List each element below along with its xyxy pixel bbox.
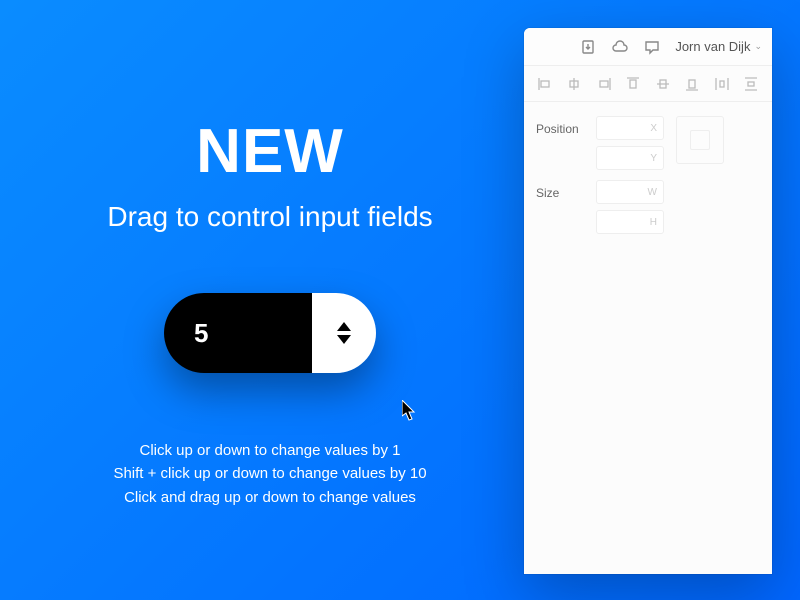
stepper-value[interactable]: 5 (164, 293, 312, 373)
size-label: Size (536, 180, 588, 200)
align-vcenter-icon[interactable] (653, 74, 673, 94)
titlebar: Jorn van Dijk ⌄ (524, 28, 772, 66)
stepper-controls (312, 293, 376, 373)
distribute-h-icon[interactable] (712, 74, 732, 94)
user-name: Jorn van Dijk (675, 39, 750, 54)
hint-line: Shift + click up or down to change value… (113, 462, 426, 485)
position-group: Position X Y (536, 116, 760, 170)
chevron-down-icon: ⌄ (754, 41, 762, 52)
size-h-input[interactable]: H (596, 210, 664, 234)
hint-line: Click and drag up or down to change valu… (113, 486, 426, 509)
align-top-icon[interactable] (623, 74, 643, 94)
align-hcenter-icon[interactable] (564, 74, 584, 94)
hint-line: Click up or down to change values by 1 (113, 439, 426, 462)
inspector-body: Position X Y Size W H (524, 102, 772, 248)
chat-icon[interactable] (643, 38, 661, 56)
user-menu[interactable]: Jorn van Dijk ⌄ (675, 39, 762, 54)
position-label: Position (536, 116, 588, 136)
chevron-up-icon[interactable] (337, 322, 351, 331)
align-right-icon[interactable] (594, 74, 614, 94)
value-stepper[interactable]: 5 (164, 293, 376, 373)
hero-title: NEW (196, 116, 344, 187)
inspector-panel: Jorn van Dijk ⌄ Position X Y Size W (524, 28, 772, 574)
position-x-input[interactable]: X (596, 116, 664, 140)
hint-list: Click up or down to change values by 1 S… (113, 439, 426, 509)
align-bottom-icon[interactable] (682, 74, 702, 94)
chevron-down-icon[interactable] (337, 335, 351, 344)
cloud-icon[interactable] (611, 38, 629, 56)
distribute-v-icon[interactable] (741, 74, 761, 94)
size-group: Size W H (536, 180, 760, 234)
position-y-input[interactable]: Y (596, 146, 664, 170)
anchor-box-icon (690, 130, 710, 150)
import-icon[interactable] (579, 38, 597, 56)
alignment-toolbar (524, 66, 772, 102)
size-w-input[interactable]: W (596, 180, 664, 204)
anchor-selector[interactable] (676, 116, 724, 164)
align-left-icon[interactable] (535, 74, 555, 94)
hero-area: NEW Drag to control input fields 5 Click… (0, 0, 540, 600)
hero-subtitle: Drag to control input fields (107, 201, 432, 233)
